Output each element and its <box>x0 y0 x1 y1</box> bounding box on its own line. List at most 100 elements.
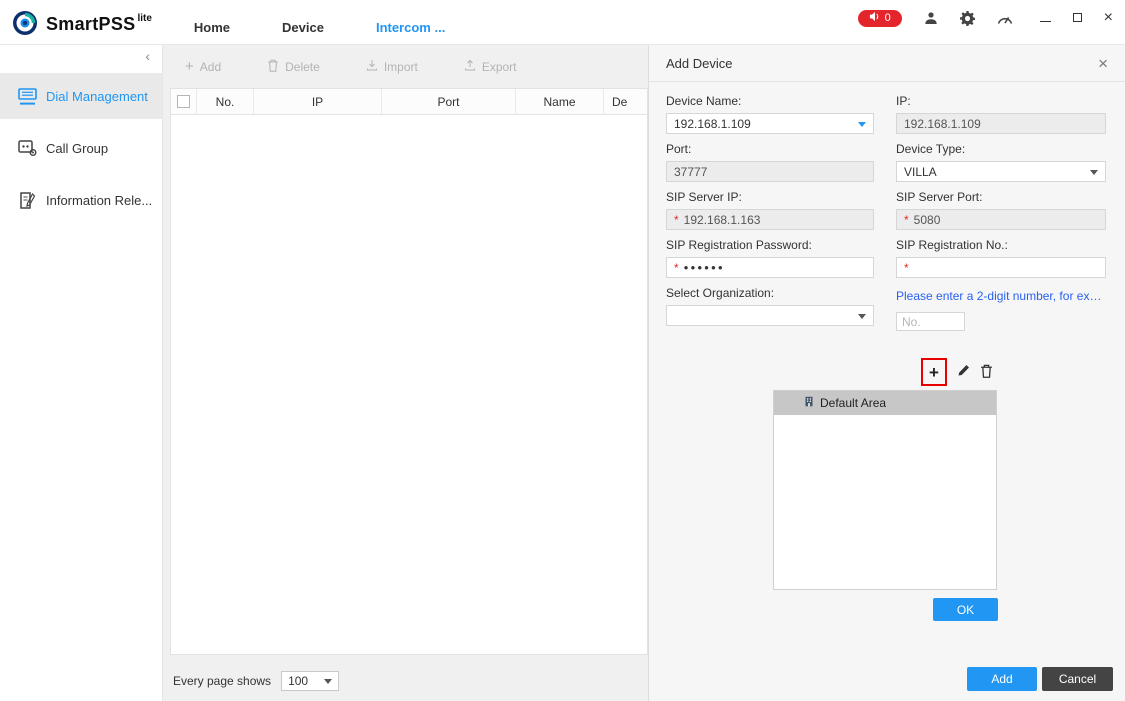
select-organization-select[interactable] <box>666 305 874 326</box>
tree-node-default-area[interactable]: Default Area <box>774 391 996 415</box>
chevron-down-icon <box>858 122 866 127</box>
sidebar-item-label: Information Rele... <box>46 193 152 208</box>
sip-server-ip-label: SIP Server IP: <box>666 190 874 204</box>
export-label: Export <box>482 60 517 74</box>
import-toolbar-button[interactable]: Import <box>366 59 418 74</box>
column-header-port: Port <box>382 89 516 114</box>
trash-icon <box>980 364 993 381</box>
import-label: Import <box>384 60 418 74</box>
add-button[interactable]: Add <box>967 667 1037 691</box>
sip-registration-no-input[interactable]: * <box>896 257 1106 278</box>
sip-registration-password-input[interactable]: * ●●●●●● <box>666 257 874 278</box>
alarm-badge[interactable]: 0 <box>858 10 902 27</box>
ip-field: IP: 192.168.1.109 <box>896 94 1106 134</box>
sip-registration-password-value: ●●●●●● <box>684 263 725 272</box>
app-logo-icon <box>12 10 38 39</box>
ip-label: IP: <box>896 94 1106 108</box>
add-organization-button[interactable]: + <box>929 364 939 381</box>
sip-server-ip-input: * 192.168.1.163 <box>666 209 874 230</box>
device-name-combo[interactable]: 192.168.1.109 <box>666 113 874 134</box>
pagination-bar: Every page shows 100 <box>163 661 648 701</box>
sip-server-port-label: SIP Server Port: <box>896 190 1106 204</box>
required-marker: * <box>674 261 679 275</box>
sip-server-ip-field: SIP Server IP: * 192.168.1.163 <box>666 190 874 230</box>
device-type-select[interactable]: VILLA <box>896 161 1106 182</box>
tab-intercom[interactable]: Intercom ... <box>376 20 445 44</box>
sidebar-item-call-group[interactable]: Call Group <box>0 125 162 171</box>
sip-server-ip-value: 192.168.1.163 <box>684 213 761 227</box>
import-icon <box>366 59 378 74</box>
column-header-ip: IP <box>254 89 382 114</box>
room-number-input[interactable] <box>896 312 965 331</box>
column-header-device: De <box>604 89 647 114</box>
select-organization-field: Select Organization: <box>666 286 874 331</box>
organization-tree: Default Area <box>773 390 997 590</box>
plus-icon: + <box>185 59 194 74</box>
ok-button[interactable]: OK <box>933 598 998 621</box>
maximize-button[interactable] <box>1073 11 1082 25</box>
device-name-value: 192.168.1.109 <box>674 117 751 131</box>
close-button[interactable]: × <box>1104 10 1113 26</box>
alarm-count: 0 <box>885 12 891 24</box>
app-brand: SmartPSS lite <box>0 4 152 44</box>
page-size-value: 100 <box>288 674 308 688</box>
export-icon <box>464 59 476 74</box>
add-device-toolbar-button[interactable]: + Add <box>185 59 221 74</box>
user-icon[interactable] <box>923 10 939 26</box>
gear-icon[interactable] <box>960 10 976 26</box>
table-header-row: No. IP Port Name De <box>171 89 647 115</box>
trash-icon <box>267 59 279 75</box>
add-label: Add <box>200 60 221 74</box>
column-header-name: Name <box>516 89 604 114</box>
select-organization-label: Select Organization: <box>666 286 874 300</box>
minimize-button[interactable] <box>1040 11 1051 25</box>
edit-organization-button[interactable] <box>957 364 970 380</box>
sip-registration-no-field: SIP Registration No.: * <box>896 238 1106 278</box>
chevron-down-icon <box>1090 170 1098 175</box>
export-toolbar-button[interactable]: Export <box>464 59 517 74</box>
port-label: Port: <box>666 142 874 156</box>
ip-value: 192.168.1.109 <box>904 117 981 131</box>
cancel-button[interactable]: Cancel <box>1042 667 1113 691</box>
speaker-icon <box>869 11 880 25</box>
port-value: 37777 <box>674 165 707 179</box>
room-number-hint-link[interactable]: Please enter a 2-digit number, for exam.… <box>896 289 1106 303</box>
organization-actions: + <box>921 358 993 386</box>
tab-home[interactable]: Home <box>194 20 230 44</box>
sip-server-port-field: SIP Server Port: * 5080 <box>896 190 1106 230</box>
information-release-icon <box>17 192 37 209</box>
main-nav: Home Device Intercom ... <box>194 20 445 44</box>
sidebar-collapse-button[interactable]: ‹ <box>0 45 162 67</box>
sidebar-item-dial-management[interactable]: Dial Management <box>0 73 162 119</box>
delete-organization-button[interactable] <box>980 364 993 381</box>
building-icon <box>804 396 814 410</box>
panel-close-icon[interactable]: × <box>1098 55 1108 72</box>
delete-label: Delete <box>285 60 320 74</box>
panel-header: Add Device × <box>649 45 1125 82</box>
sidebar-item-information-release[interactable]: Information Rele... <box>0 177 162 223</box>
room-number-block: Please enter a 2-digit number, for exam.… <box>896 286 1106 331</box>
sip-registration-no-label: SIP Registration No.: <box>896 238 1106 252</box>
sip-registration-password-field: SIP Registration Password: * ●●●●●● <box>666 238 874 278</box>
add-organization-highlight-box: + <box>921 358 947 386</box>
sidebar: ‹ Dial Management Call Group Information… <box>0 45 163 701</box>
select-all-cell <box>171 89 197 114</box>
device-type-value: VILLA <box>904 165 937 179</box>
device-name-field: Device Name: 192.168.1.109 <box>666 94 874 134</box>
select-all-checkbox[interactable] <box>177 95 190 108</box>
app-name-suffix: lite <box>137 13 151 24</box>
add-device-form: Device Name: 192.168.1.109 IP: 192.168.1… <box>649 82 1125 331</box>
required-marker: * <box>904 261 909 275</box>
add-device-panel: Add Device × Device Name: 192.168.1.109 … <box>648 45 1125 701</box>
port-input: 37777 <box>666 161 874 182</box>
performance-gauge-icon[interactable] <box>997 10 1013 26</box>
device-type-field: Device Type: VILLA <box>896 142 1106 182</box>
required-marker: * <box>904 213 909 227</box>
titlebar-actions: 0 × <box>858 2 1125 34</box>
page-size-select[interactable]: 100 <box>281 671 339 691</box>
tree-body-empty <box>774 415 996 589</box>
tab-device[interactable]: Device <box>282 20 324 44</box>
delete-toolbar-button[interactable]: Delete <box>267 59 320 75</box>
device-list-region: + Add Delete Import Export No. <box>163 45 648 701</box>
port-field: Port: 37777 <box>666 142 874 182</box>
